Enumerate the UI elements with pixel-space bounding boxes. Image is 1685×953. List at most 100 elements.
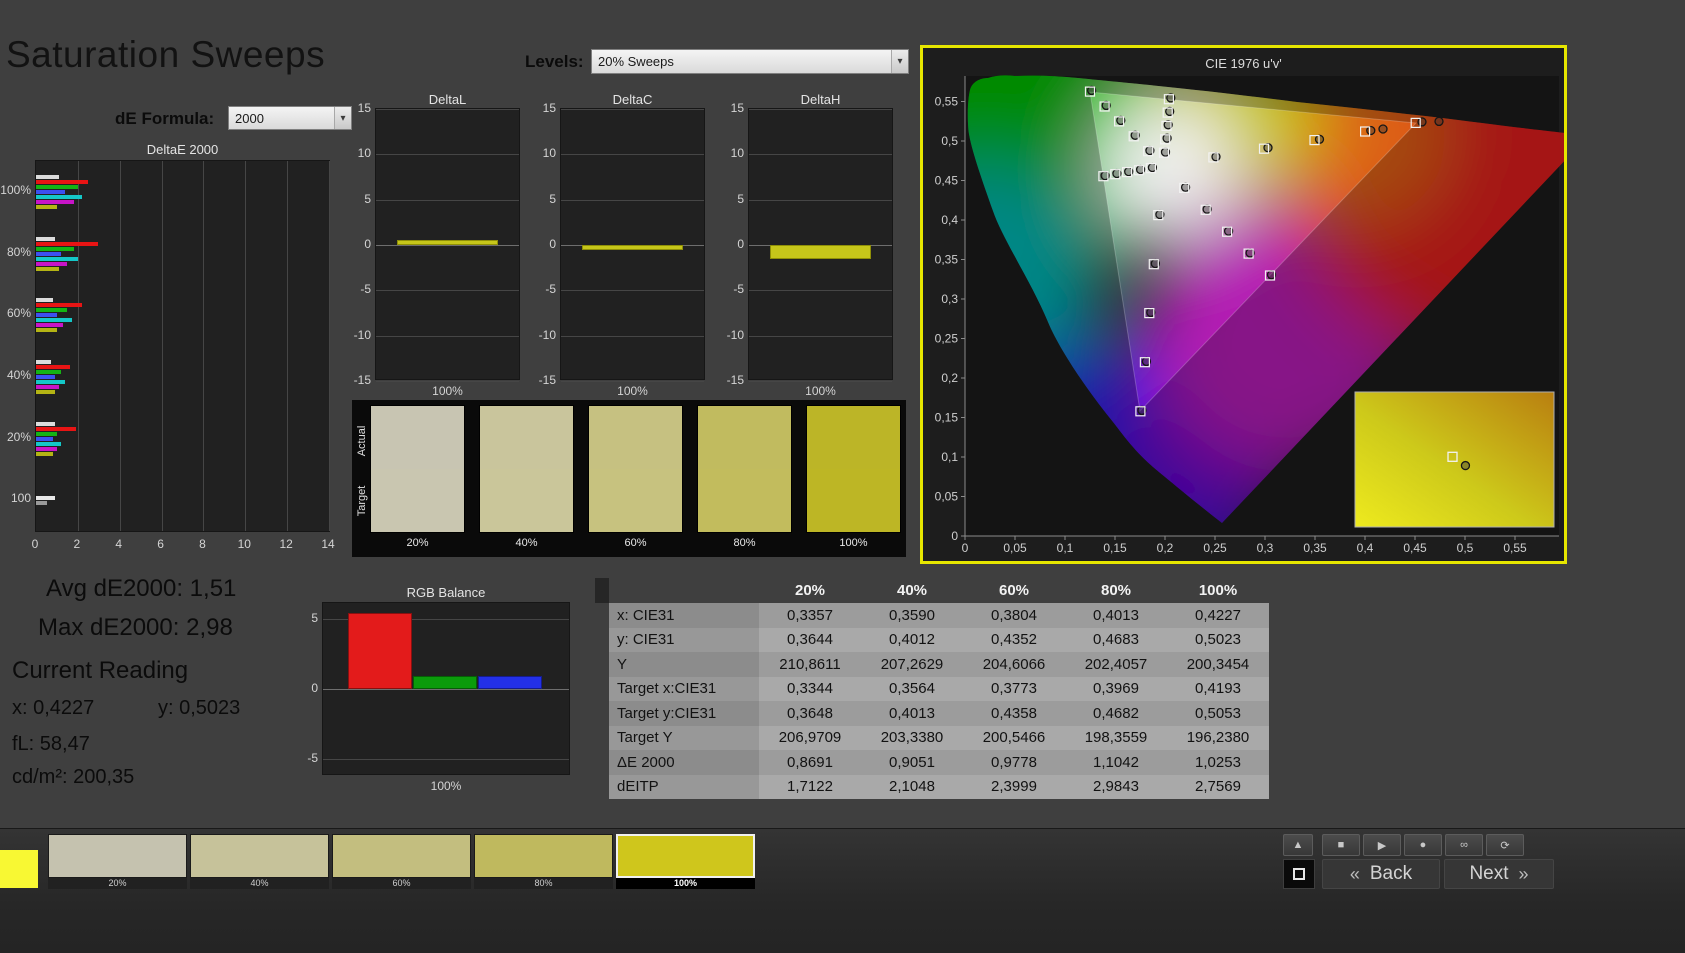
gridline <box>561 290 704 292</box>
back-button-label: Back <box>1369 863 1413 884</box>
delta-value-bar <box>582 245 683 250</box>
de-x-axis-label: 14 <box>321 537 335 551</box>
table-cell: 0,9778 <box>963 750 1065 775</box>
table-cell: 1,0253 <box>1167 750 1269 775</box>
saturation-tile-100%[interactable]: 100% <box>616 834 755 889</box>
y-tick-label: 0,55 <box>935 95 959 109</box>
table-cell: 0,3648 <box>759 701 861 726</box>
delta-y-axis-label: 0 <box>364 237 371 251</box>
gridline <box>376 245 519 246</box>
delta-chart-title: DeltaH <box>800 92 841 107</box>
deltac-chart <box>560 108 705 382</box>
de-bar <box>36 241 99 246</box>
delta-y-axis-label: 5 <box>737 191 744 206</box>
gridline <box>203 161 205 531</box>
swatch-tile <box>697 405 792 533</box>
play-button[interactable]: ▶ <box>1363 834 1401 856</box>
refresh-button[interactable]: ⟳ <box>1486 834 1524 856</box>
saturation-tile-60%[interactable]: 60% <box>332 834 471 889</box>
measurement-table: 20% 40% 60% 80% 100% x: CIE31 0,3357 0,3590 0,38… <box>595 578 1271 799</box>
table-cell: 0,3773 <box>963 676 1065 701</box>
back-button[interactable]: « Back <box>1322 859 1440 889</box>
saturation-tile-20%[interactable]: 20% <box>48 834 187 889</box>
gridline <box>376 335 519 337</box>
table-cell: 206,9709 <box>759 725 861 750</box>
de-bar <box>36 389 55 394</box>
target-swatch <box>589 469 682 532</box>
de-bar <box>36 174 59 179</box>
rgb-balance-title: RGB Balance <box>406 585 486 600</box>
gridline <box>561 335 704 337</box>
up-arrow-button[interactable]: ▲ <box>1283 834 1313 856</box>
table-cell: 202,4057 <box>1065 652 1167 677</box>
de-bar <box>36 303 82 308</box>
table-row: x: CIE31 0,3357 0,3590 0,3804 0,4013 0,4227 <box>609 603 1271 628</box>
de-x-axis-label: 2 <box>73 537 81 551</box>
x-tick-label: 0,05 <box>1003 541 1027 555</box>
x-tick-label: 0,3 <box>1257 541 1274 555</box>
x-tick-label: 0,35 <box>1303 541 1327 555</box>
gridline <box>749 290 892 292</box>
table-cell: 1,1042 <box>1065 750 1167 775</box>
y-tick-label: 0,5 <box>941 134 958 148</box>
de-bar <box>36 261 68 266</box>
delta-y-axis-label: -10 <box>538 327 556 342</box>
table-header-row: 20% 40% 60% 80% 100% <box>595 578 1271 603</box>
record-icon: ● <box>1419 839 1427 851</box>
table-row: Target y:CIE31 0,3648 0,4013 0,4358 0,4682 0,… <box>609 701 1271 726</box>
target-swatch <box>371 469 464 532</box>
gridline <box>749 109 892 110</box>
pattern-window-button[interactable] <box>1283 859 1315 889</box>
de-x-axis-label: 8 <box>199 537 206 551</box>
tile-label: 100% <box>616 878 755 889</box>
gridline <box>561 154 704 156</box>
red-bar <box>348 613 412 689</box>
saturation-tile-40%[interactable]: 40% <box>190 834 329 889</box>
de-bar <box>36 421 55 426</box>
table-row: dEITP 1,7122 2,1048 2,3999 2,9843 2,7569 <box>609 774 1271 799</box>
delta-y-axis-label: -5 <box>733 282 744 297</box>
loop-button[interactable]: ∞ <box>1445 834 1483 856</box>
de-formula-dropdown[interactable]: 2000 ▾ <box>228 106 352 130</box>
stop-button[interactable]: ■ <box>1322 834 1360 856</box>
bottom-toolbar: 20% 40% 60% 80% 100% ▲ ■ ▶ ● ∞ ⟳ « Back Next » <box>0 828 1685 953</box>
current-reading-label: Current Reading <box>12 657 189 684</box>
de-bar <box>36 379 66 384</box>
gridline <box>749 381 892 382</box>
de-bar <box>36 436 53 441</box>
delta-y-axis-label: 10 <box>730 146 744 161</box>
de-bar <box>36 184 78 189</box>
row-label: Y <box>609 652 759 677</box>
de-bar <box>36 426 76 431</box>
table-cell: 0,3564 <box>861 676 963 701</box>
record-button[interactable]: ● <box>1404 834 1442 856</box>
gridline <box>749 335 892 337</box>
y-tick-label: 0,05 <box>935 490 959 504</box>
table-cell: 0,9051 <box>861 750 963 775</box>
delta-y-axis-label: -5 <box>360 282 371 297</box>
saturation-tile-80%[interactable]: 80% <box>474 834 613 889</box>
table-cell: 0,3590 <box>861 603 963 628</box>
measured-point <box>1434 116 1444 127</box>
de-bar <box>36 364 70 369</box>
table-cell: 2,9843 <box>1065 774 1167 799</box>
cie-1976-chart-panel[interactable]: CIE 1976 u'v' 0 0,05 0,1 0,15 0,2 0,25 0,3 0,35… <box>920 45 1567 564</box>
delta-x-axis-label: 100% <box>617 384 648 398</box>
levels-dropdown[interactable]: 20% Sweeps ▾ <box>591 49 909 74</box>
rgb-y-axis-label: 0 <box>311 681 318 695</box>
table-cell: 207,2629 <box>861 652 963 677</box>
next-chevrons-icon: » <box>1518 863 1529 884</box>
delta-x-axis-label: 100% <box>432 384 463 398</box>
actual-swatch <box>589 406 682 469</box>
column-header: 40% <box>896 582 928 599</box>
swatch-tile <box>370 405 465 533</box>
deltah-chart <box>748 108 893 382</box>
next-button[interactable]: Next » <box>1444 859 1554 889</box>
stop-icon: ■ <box>1337 839 1345 851</box>
current-x-value: x: 0,4227 <box>12 697 95 719</box>
delta-value-bar <box>770 245 871 259</box>
de-bar <box>36 189 66 194</box>
blue-bar <box>478 676 542 689</box>
de-bar <box>36 369 62 374</box>
deltal-chart <box>375 108 520 382</box>
